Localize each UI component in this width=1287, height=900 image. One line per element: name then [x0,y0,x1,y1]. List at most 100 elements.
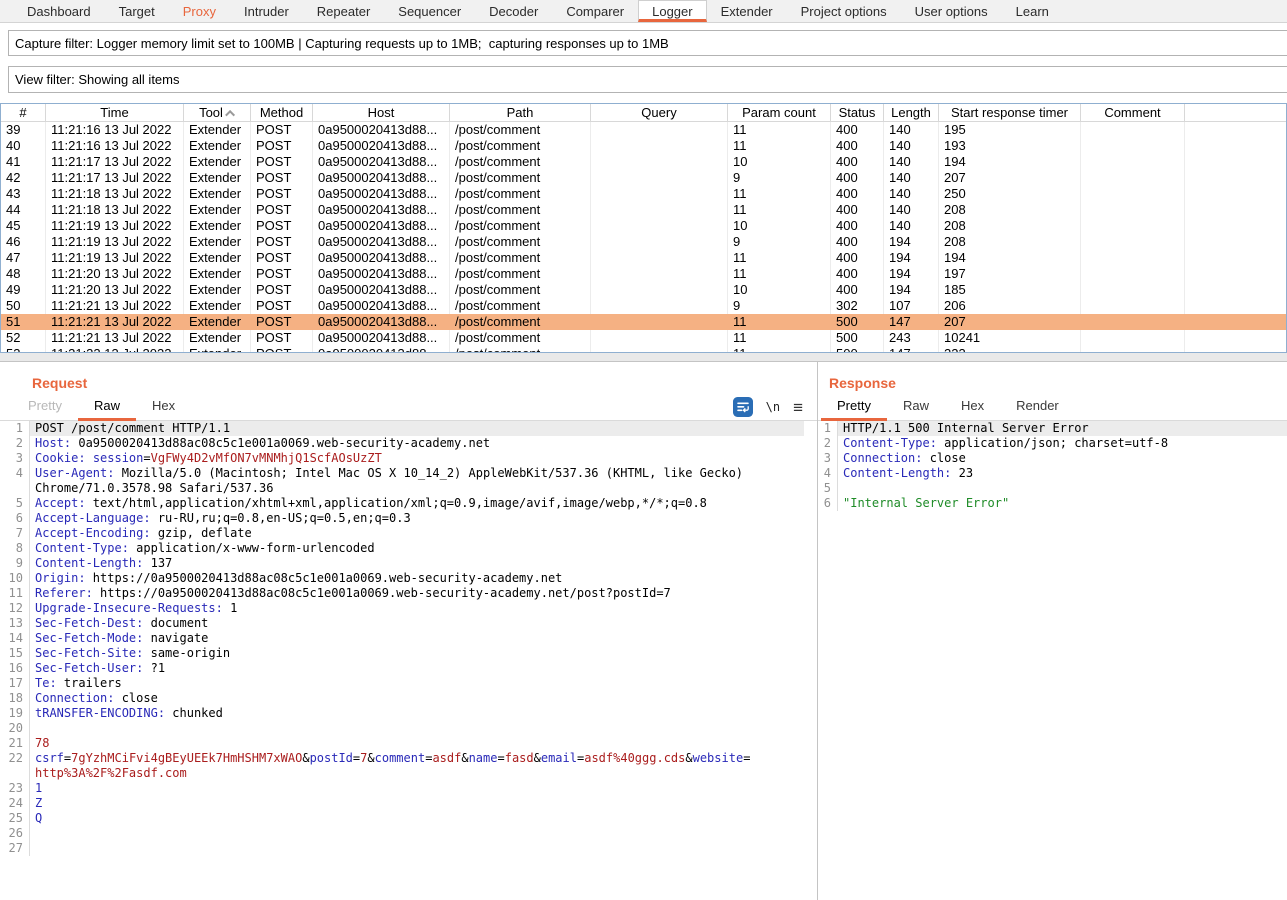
main-tab-intruder[interactable]: Intruder [230,0,303,22]
column-header-host[interactable]: Host [313,104,450,121]
request-panel: Request PrettyRawHex \n ≡ 1POST /post/co… [0,362,818,900]
response-tab-hex[interactable]: Hex [959,394,986,420]
table-cell: POST [251,234,313,250]
main-tab-logger[interactable]: Logger [638,0,706,22]
column-header-start-response-timer[interactable]: Start response timer [939,104,1081,121]
line-number: 25 [0,811,30,826]
line-number: 12 [0,601,30,616]
table-row-42[interactable]: 4211:21:17 13 Jul 2022ExtenderPOST0a9500… [1,170,1286,186]
response-tab-pretty[interactable]: Pretty [835,394,873,420]
main-tab-proxy[interactable]: Proxy [169,0,230,22]
editor-line: 2Host: 0a9500020413d88ac08c5c1e001a0069.… [0,436,817,451]
request-tab-hex[interactable]: Hex [150,394,177,420]
table-cell: 11:21:20 13 Jul 2022 [46,266,184,282]
logger-table[interactable]: #TimeToolMethodHostPathQueryParam countS… [0,103,1287,353]
main-tab-learn[interactable]: Learn [1002,0,1063,22]
line-number: 3 [818,451,838,466]
line-number: 14 [0,631,30,646]
line-content: User-Agent: Mozilla/5.0 (Macintosh; Inte… [30,466,804,496]
column-header-filler [1185,104,1286,121]
table-cell [591,218,728,234]
table-cell: 0a9500020413d88... [313,202,450,218]
column-header-label: Comment [1104,105,1160,120]
column-header-method[interactable]: Method [251,104,313,121]
table-row-47[interactable]: 4711:21:19 13 Jul 2022ExtenderPOST0a9500… [1,250,1286,266]
table-cell: Extender [184,202,251,218]
table-cell: 0a9500020413d88... [313,218,450,234]
request-editor-tabs: Pretty Raw Hex \n ≡ [0,394,817,421]
table-cell: 194 [884,250,939,266]
column-header-comment[interactable]: Comment [1081,104,1185,121]
column-header-time[interactable]: Time [46,104,184,121]
table-cell: 39 [1,122,46,138]
column-header-status[interactable]: Status [831,104,884,121]
editor-menu-icon[interactable]: ≡ [793,399,803,416]
table-cell: 194 [939,250,1081,266]
table-row-48[interactable]: 4811:21:20 13 Jul 2022ExtenderPOST0a9500… [1,266,1286,282]
column-header-label: Path [507,105,534,120]
prettify-settings-button[interactable] [733,397,753,417]
syntax-segment: close [922,451,965,465]
response-editor[interactable]: 1HTTP/1.1 500 Internal Server Error2Cont… [818,421,1287,511]
horizontal-splitter[interactable] [0,353,1287,361]
response-tab-raw[interactable]: Raw [901,394,931,420]
request-tab-pretty[interactable]: Pretty [26,394,64,420]
table-row-53[interactable]: 5311:21:22 13 Jul 2022ExtenderPOST0a9500… [1,346,1286,352]
main-tab-user-options[interactable]: User options [901,0,1002,22]
table-cell-filler [1185,202,1286,218]
editor-line: 6"Internal Server Error" [818,496,1287,511]
table-cell-filler [1185,266,1286,282]
table-row-50[interactable]: 5011:21:21 13 Jul 2022ExtenderPOST0a9500… [1,298,1286,314]
table-row-41[interactable]: 4111:21:17 13 Jul 2022ExtenderPOST0a9500… [1,154,1286,170]
capture-filter-bar[interactable]: Capture filter: Logger memory limit set … [8,30,1287,56]
line-number: 5 [818,481,838,496]
table-cell [1081,266,1185,282]
table-row-46[interactable]: 4611:21:19 13 Jul 2022ExtenderPOST0a9500… [1,234,1286,250]
main-tab-extender[interactable]: Extender [707,0,787,22]
syntax-segment: navigate [143,631,208,645]
syntax-segment: User-Agent: [35,466,114,480]
table-row-44[interactable]: 4411:21:18 13 Jul 2022ExtenderPOST0a9500… [1,202,1286,218]
column-header-label: Host [368,105,395,120]
table-row-43[interactable]: 4311:21:18 13 Jul 2022ExtenderPOST0a9500… [1,186,1286,202]
table-cell: 11 [728,138,831,154]
show-newlines-button[interactable]: \n [766,400,780,414]
main-tab-target[interactable]: Target [105,0,169,22]
column-header-query[interactable]: Query [591,104,728,121]
main-tab-decoder[interactable]: Decoder [475,0,552,22]
line-number: 9 [0,556,30,571]
main-tab-dashboard[interactable]: Dashboard [13,0,105,22]
syntax-segment: asdf%40ggg.cds [584,751,685,765]
editor-line: 11Referer: https://0a9500020413d88ac08c5… [0,586,817,601]
syntax-segment: & [685,751,692,765]
line-content: Cookie: session=VgFWy4D2vMfON7vMNMhjQ1Sc… [30,451,804,466]
table-row-39[interactable]: 3911:21:16 13 Jul 2022ExtenderPOST0a9500… [1,122,1286,138]
column-header-tool[interactable]: Tool [184,104,251,121]
table-row-49[interactable]: 4911:21:20 13 Jul 2022ExtenderPOST0a9500… [1,282,1286,298]
column-header--[interactable]: # [1,104,46,121]
editor-line: 4Content-Length: 23 [818,466,1287,481]
response-tab-render[interactable]: Render [1014,394,1061,420]
table-cell: 11 [728,266,831,282]
column-header-param-count[interactable]: Param count [728,104,831,121]
main-tab-sequencer[interactable]: Sequencer [384,0,475,22]
table-row-52[interactable]: 5211:21:21 13 Jul 2022ExtenderPOST0a9500… [1,330,1286,346]
column-header-path[interactable]: Path [450,104,591,121]
table-row-45[interactable]: 4511:21:19 13 Jul 2022ExtenderPOST0a9500… [1,218,1286,234]
table-row-51[interactable]: 5111:21:21 13 Jul 2022ExtenderPOST0a9500… [1,314,1286,330]
table-cell: 41 [1,154,46,170]
main-tab-project-options[interactable]: Project options [787,0,901,22]
column-header-length[interactable]: Length [884,104,939,121]
line-content [838,481,1287,496]
request-editor[interactable]: 1POST /post/comment HTTP/1.12Host: 0a950… [0,421,817,856]
main-tab-comparer[interactable]: Comparer [552,0,638,22]
main-tab-repeater[interactable]: Repeater [303,0,384,22]
line-content: Sec-Fetch-Dest: document [30,616,804,631]
table-row-40[interactable]: 4011:21:16 13 Jul 2022ExtenderPOST0a9500… [1,138,1286,154]
syntax-segment: 0a9500020413d88ac08c5c1e001a0069.web-sec… [71,436,490,450]
syntax-segment: ru-RU,ru;q=0.8,en-US;q=0.5,en;q=0.3 [151,511,411,525]
table-cell: /post/comment [450,234,591,250]
view-filter-bar[interactable]: View filter: Showing all items [8,66,1287,93]
request-tab-raw[interactable]: Raw [92,394,122,420]
table-cell: 500 [831,346,884,352]
